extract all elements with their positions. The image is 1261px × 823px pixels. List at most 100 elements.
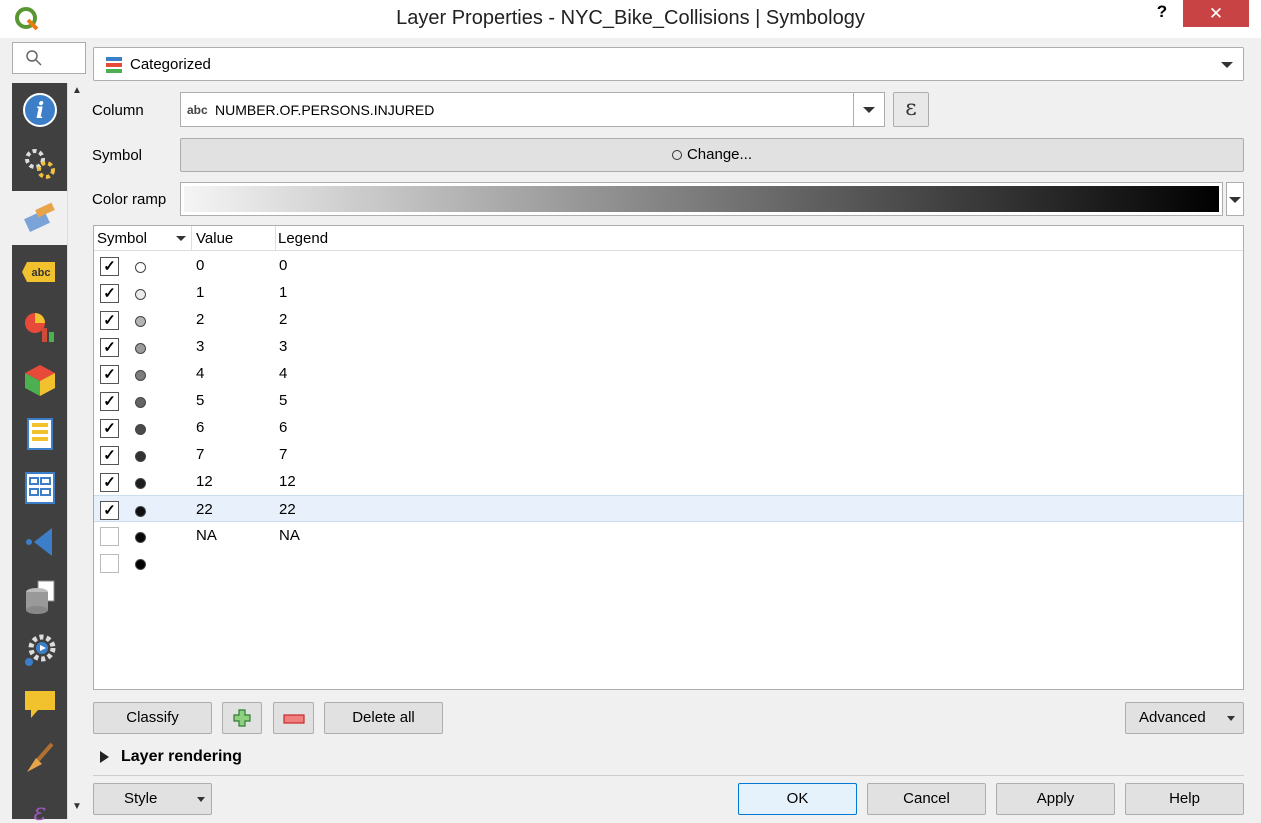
- sidebar-item-fields[interactable]: [12, 407, 67, 461]
- symbol-swatch-icon[interactable]: [135, 506, 146, 517]
- categories-table[interactable]: Symbol Value Legend ✓ 0 0 ✓ 1 1 ✓ 2 2 ✓ 3 3 ✓ 4 4 ✓ 5 5 ✓ 6…: [93, 225, 1244, 690]
- sidebar-scrollbar[interactable]: ▲ ▼: [67, 83, 86, 819]
- legend-cell[interactable]: 6: [279, 419, 287, 436]
- style-button[interactable]: Style: [93, 783, 212, 815]
- sidebar-item-source[interactable]: [12, 137, 67, 191]
- symbol-swatch-icon[interactable]: [135, 451, 146, 462]
- legend-cell[interactable]: 5: [279, 392, 287, 409]
- add-category-button[interactable]: [222, 702, 262, 734]
- table-row[interactable]: [94, 549, 1243, 576]
- delete-all-button[interactable]: Delete all: [324, 702, 443, 734]
- color-ramp-dropdown[interactable]: [1226, 182, 1244, 216]
- header-symbol[interactable]: Symbol: [97, 230, 147, 247]
- sidebar-item-labels[interactable]: abc: [12, 245, 67, 299]
- row-checkbox[interactable]: ✓: [100, 365, 119, 384]
- sidebar-item-3d-view[interactable]: [12, 353, 67, 407]
- legend-cell[interactable]: 2: [279, 311, 287, 328]
- value-cell[interactable]: 6: [196, 419, 204, 436]
- row-checkbox[interactable]: ✓: [100, 311, 119, 330]
- advanced-button[interactable]: Advanced: [1125, 702, 1244, 734]
- value-cell[interactable]: 22: [196, 501, 213, 518]
- row-checkbox[interactable]: [100, 527, 119, 546]
- remove-category-button[interactable]: [273, 702, 314, 734]
- column-combobox[interactable]: abc NUMBER.OF.PERSONS.INJURED: [180, 92, 885, 127]
- table-row[interactable]: ✓ 12 12: [94, 468, 1243, 495]
- sidebar-item-attributes-form[interactable]: [12, 461, 67, 515]
- value-cell[interactable]: 0: [196, 257, 204, 274]
- table-row[interactable]: ✓ 2 2: [94, 306, 1243, 333]
- legend-cell[interactable]: 3: [279, 338, 287, 355]
- table-row[interactable]: ✓ 0 0: [94, 252, 1243, 279]
- sidebar-item-information[interactable]: i: [12, 83, 67, 137]
- sidebar-item-variables[interactable]: ε: [12, 785, 67, 823]
- scroll-down-icon[interactable]: ▼: [72, 801, 82, 812]
- value-cell[interactable]: 2: [196, 311, 204, 328]
- symbol-swatch-icon[interactable]: [135, 397, 146, 408]
- column-dropdown-button[interactable]: [853, 93, 884, 126]
- row-checkbox[interactable]: ✓: [100, 446, 119, 465]
- row-checkbox[interactable]: ✓: [100, 473, 119, 492]
- symbol-swatch-icon[interactable]: [135, 478, 146, 489]
- table-row[interactable]: ✓ 7 7: [94, 441, 1243, 468]
- row-checkbox[interactable]: ✓: [100, 419, 119, 438]
- legend-cell[interactable]: 12: [279, 473, 296, 490]
- value-cell[interactable]: 4: [196, 365, 204, 382]
- symbol-swatch-icon[interactable]: [135, 424, 146, 435]
- row-checkbox[interactable]: ✓: [100, 392, 119, 411]
- symbol-swatch-icon[interactable]: [135, 370, 146, 381]
- sidebar-item-display[interactable]: [12, 677, 67, 731]
- table-row[interactable]: NA NA: [94, 522, 1243, 549]
- table-row[interactable]: ✓ 1 1: [94, 279, 1243, 306]
- renderer-select[interactable]: Categorized: [93, 47, 1244, 81]
- legend-cell[interactable]: 7: [279, 446, 287, 463]
- legend-cell[interactable]: 22: [279, 501, 296, 518]
- legend-cell[interactable]: 0: [279, 257, 287, 274]
- legend-cell[interactable]: 4: [279, 365, 287, 382]
- value-cell[interactable]: 7: [196, 446, 204, 463]
- value-cell[interactable]: NA: [196, 527, 217, 544]
- header-legend[interactable]: Legend: [278, 230, 328, 247]
- value-cell[interactable]: 3: [196, 338, 204, 355]
- table-row[interactable]: ✓ 6 6: [94, 414, 1243, 441]
- table-row[interactable]: ✓ 3 3: [94, 333, 1243, 360]
- help-icon[interactable]: ?: [1152, 2, 1172, 24]
- value-cell[interactable]: 12: [196, 473, 213, 490]
- table-row[interactable]: ✓ 22 22: [94, 495, 1243, 522]
- sidebar-item-diagrams[interactable]: [12, 299, 67, 353]
- value-cell[interactable]: 5: [196, 392, 204, 409]
- apply-button[interactable]: Apply: [996, 783, 1115, 815]
- cancel-button[interactable]: Cancel: [867, 783, 986, 815]
- sidebar-item-symbology[interactable]: [12, 191, 67, 245]
- symbol-swatch-icon[interactable]: [135, 289, 146, 300]
- table-row[interactable]: ✓ 5 5: [94, 387, 1243, 414]
- help-button[interactable]: Help: [1125, 783, 1244, 815]
- row-checkbox[interactable]: ✓: [100, 257, 119, 276]
- sidebar-item-actions[interactable]: [12, 623, 67, 677]
- value-cell[interactable]: 1: [196, 284, 204, 301]
- scroll-up-icon[interactable]: ▲: [72, 85, 82, 96]
- legend-cell[interactable]: NA: [279, 527, 300, 544]
- row-checkbox[interactable]: ✓: [100, 501, 119, 520]
- symbol-swatch-icon[interactable]: [135, 343, 146, 354]
- ok-button[interactable]: OK: [738, 783, 857, 815]
- symbol-swatch-icon[interactable]: [135, 532, 146, 543]
- search-input[interactable]: [12, 42, 86, 74]
- header-value[interactable]: Value: [196, 230, 233, 247]
- row-checkbox[interactable]: ✓: [100, 284, 119, 303]
- sidebar-item-joins[interactable]: [12, 515, 67, 569]
- change-symbol-button[interactable]: Change...: [180, 138, 1244, 172]
- symbol-swatch-icon[interactable]: [135, 262, 146, 273]
- sidebar-item-auxiliary-storage[interactable]: [12, 569, 67, 623]
- symbol-swatch-icon[interactable]: [135, 316, 146, 327]
- sidebar-item-rendering[interactable]: [12, 731, 67, 785]
- table-row[interactable]: ✓ 4 4: [94, 360, 1243, 387]
- layer-rendering-section[interactable]: Layer rendering: [100, 748, 242, 766]
- row-checkbox[interactable]: [100, 554, 119, 573]
- legend-cell[interactable]: 1: [279, 284, 287, 301]
- close-button[interactable]: ✕: [1183, 0, 1249, 27]
- classify-button[interactable]: Classify: [93, 702, 212, 734]
- row-checkbox[interactable]: ✓: [100, 338, 119, 357]
- expression-button[interactable]: ε: [893, 92, 929, 127]
- color-ramp-button[interactable]: [180, 182, 1223, 216]
- symbol-swatch-icon[interactable]: [135, 559, 146, 570]
